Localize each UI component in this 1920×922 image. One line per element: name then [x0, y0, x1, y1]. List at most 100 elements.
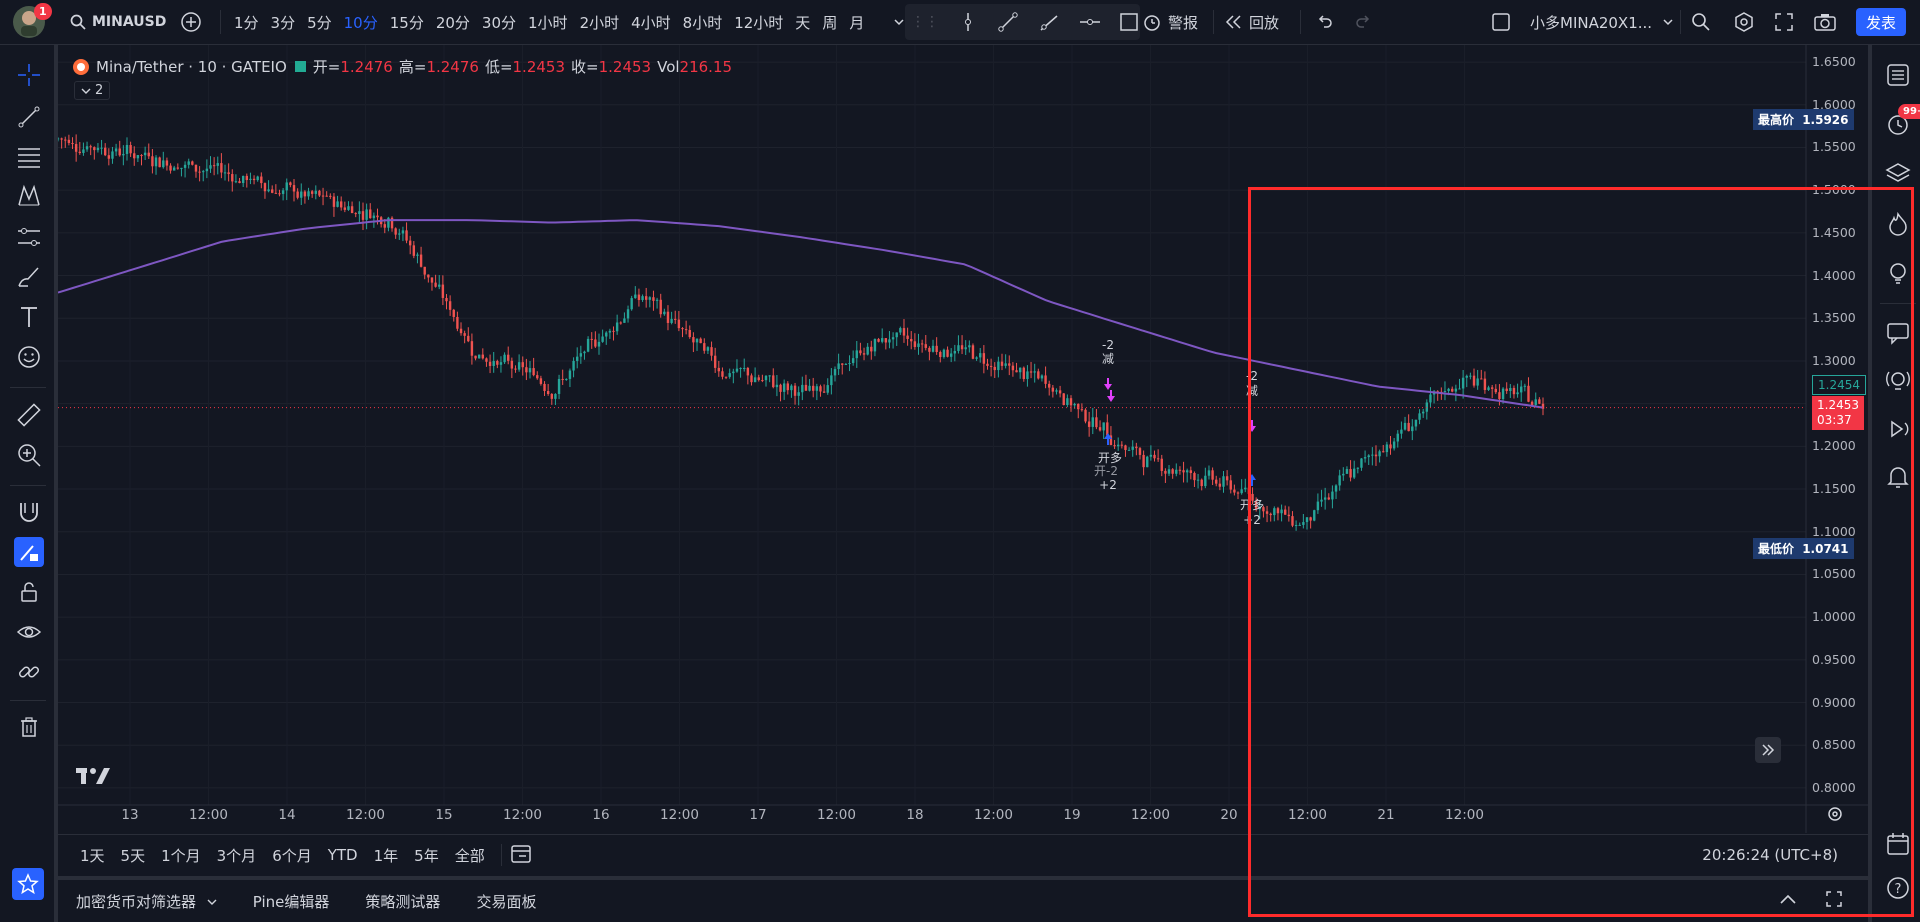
rectangle-icon[interactable]	[1117, 10, 1140, 34]
crosshair-tool[interactable]	[14, 60, 44, 90]
ray-icon[interactable]	[1037, 10, 1060, 34]
crosshair-icon	[18, 64, 40, 86]
candle-body	[1135, 446, 1138, 449]
tab-crypto-screener[interactable]: 加密货币对筛选器	[58, 891, 235, 912]
interval-11[interactable]: 12小时	[728, 12, 789, 33]
prediction-tool[interactable]	[14, 222, 44, 252]
alert-button[interactable]: 警报	[1142, 0, 1198, 44]
compare-add-button[interactable]	[180, 0, 202, 44]
watchlist-favorites[interactable]	[12, 868, 44, 900]
publish-button[interactable]: 发表	[1856, 8, 1907, 36]
candle-body	[470, 341, 474, 356]
notifications-button[interactable]	[1882, 461, 1914, 493]
interval-7[interactable]: 1小时	[522, 12, 574, 33]
magnet-tool[interactable]	[14, 497, 44, 527]
undo-button[interactable]	[1315, 0, 1333, 44]
price-tick: 1.0000	[1812, 609, 1856, 625]
interval-13[interactable]: 周	[816, 12, 843, 33]
range-1[interactable]: 5天	[113, 845, 154, 866]
range-2[interactable]: 1个月	[153, 845, 209, 866]
candle-body	[1378, 451, 1381, 457]
zoom-tool[interactable]	[14, 440, 44, 470]
interval-6[interactable]: 30分	[476, 12, 522, 33]
sync-drawings[interactable]	[14, 657, 44, 687]
tab-strategy-tester[interactable]: 策略测试器	[347, 891, 458, 912]
symbol-title[interactable]: Mina/Tether · 10 · GATEIO	[96, 58, 287, 76]
calendar-button[interactable]	[1882, 828, 1914, 860]
interval-1[interactable]: 3分	[265, 12, 302, 33]
measure-tool[interactable]	[14, 400, 44, 430]
hotlists-button[interactable]	[1882, 208, 1914, 240]
candle-body	[786, 383, 789, 391]
idea-stream-button[interactable]	[1882, 365, 1914, 397]
trend-line-tool[interactable]	[14, 102, 44, 132]
settings-button[interactable]	[1733, 0, 1755, 44]
redo-button[interactable]	[1355, 0, 1373, 44]
fullscreen-button[interactable]	[1774, 0, 1794, 44]
ideas-button[interactable]	[1882, 257, 1914, 289]
quick-search-button[interactable]	[1690, 0, 1712, 44]
moving-average-line[interactable]	[58, 219, 1544, 409]
interval-10[interactable]: 8小时	[677, 12, 729, 33]
range-7[interactable]: 5年	[406, 845, 447, 866]
object-tree-button[interactable]	[1882, 157, 1914, 189]
help-button[interactable]: ?	[1882, 872, 1914, 904]
axis-settings-button[interactable]	[1826, 805, 1844, 827]
tab-trading-panel[interactable]: 交易面板	[458, 891, 554, 912]
drag-handle-icon[interactable]: ⋮⋮	[911, 14, 939, 30]
interval-dropdown[interactable]	[893, 0, 905, 44]
emoji-tool[interactable]	[14, 342, 44, 372]
tab-pine-editor[interactable]: Pine编辑器	[235, 891, 348, 912]
candle-body	[692, 337, 695, 343]
interval-8[interactable]: 2小时	[574, 12, 626, 33]
interval-0[interactable]: 1分	[228, 12, 265, 33]
interval-3[interactable]: 10分	[338, 12, 384, 33]
indicators-toggle[interactable]: 2	[74, 81, 111, 100]
candle-body	[663, 311, 666, 315]
screenshot-button[interactable]	[1813, 0, 1837, 44]
candle-body	[143, 152, 147, 156]
range-5[interactable]: YTD	[320, 846, 366, 864]
vertical-line-icon[interactable]	[957, 11, 978, 33]
candle-body	[1087, 421, 1091, 427]
trend-line-icon[interactable]	[996, 10, 1019, 34]
text-tool[interactable]	[14, 302, 44, 332]
candle-body	[891, 337, 895, 340]
range-6[interactable]: 1年	[366, 845, 407, 866]
symbol-search[interactable]: MINAUSD	[70, 0, 166, 44]
price-chart[interactable]: -2减开多开-2+2-2减开多+2	[58, 45, 1868, 833]
stay-in-drawing-mode[interactable]	[14, 537, 44, 567]
maximize-panel-button[interactable]	[1825, 890, 1843, 912]
hexagon-gear-icon	[1735, 12, 1753, 32]
replay-button[interactable]: 回放	[1225, 0, 1279, 44]
tradingview-logo[interactable]	[76, 766, 112, 790]
interval-14[interactable]: 月	[843, 12, 870, 33]
interval-4[interactable]: 15分	[384, 12, 430, 33]
candle-body	[278, 193, 281, 195]
chats-button[interactable]	[1882, 317, 1914, 349]
range-3[interactable]: 3个月	[209, 845, 265, 866]
lock-drawings[interactable]	[14, 577, 44, 607]
interval-2[interactable]: 5分	[301, 12, 338, 33]
horizontal-line-icon[interactable]	[1078, 10, 1101, 34]
candle-body	[1273, 508, 1276, 516]
range-0[interactable]: 1天	[72, 845, 113, 866]
brush-tool[interactable]	[14, 262, 44, 292]
clock-timezone[interactable]: 20:26:24 (UTC+8)	[1702, 846, 1838, 864]
expand-panel-button[interactable]	[1778, 892, 1798, 910]
watchlist-button[interactable]	[1882, 59, 1914, 91]
interval-5[interactable]: 20分	[430, 12, 476, 33]
remove-drawings[interactable]	[14, 712, 44, 742]
pattern-tool[interactable]	[14, 181, 44, 211]
interval-12[interactable]: 天	[789, 12, 816, 33]
goto-date-button[interactable]	[510, 842, 532, 868]
hide-drawings[interactable]	[14, 617, 44, 647]
range-4[interactable]: 6个月	[264, 845, 320, 866]
interval-9[interactable]: 4小时	[625, 12, 677, 33]
scroll-to-realtime-button[interactable]	[1755, 737, 1781, 763]
candle-body	[1193, 473, 1196, 481]
fib-tool[interactable]	[14, 142, 44, 172]
range-8[interactable]: 全部	[447, 845, 493, 866]
streams-button[interactable]	[1882, 413, 1914, 445]
layout-selector[interactable]: 小多MINA20X1...	[1492, 0, 1674, 44]
